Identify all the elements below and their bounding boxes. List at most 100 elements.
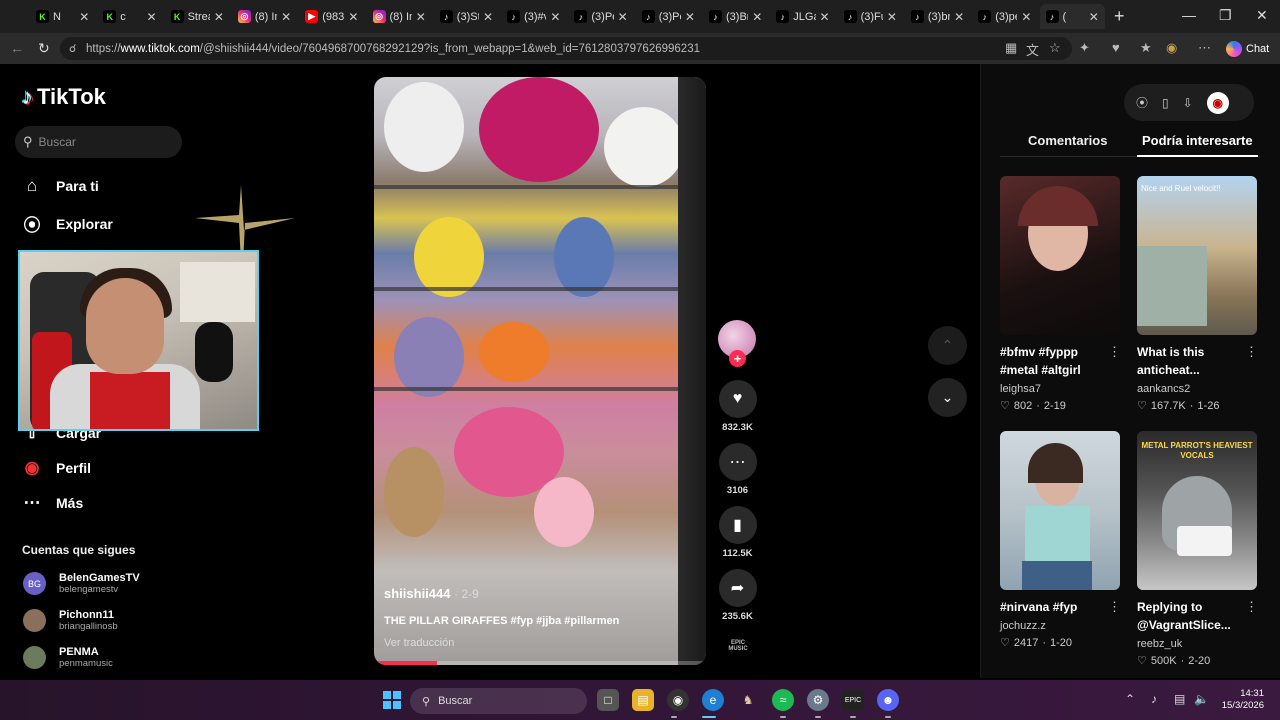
suggested-video-thumbnail[interactable]: METAL PARROT'S HEAVIEST VOCALS [1137,431,1257,590]
close-tab-icon[interactable]: ✕ [79,10,89,24]
browser-tab[interactable]: ♪ (3)br ✕ [905,4,970,29]
close-tab-icon[interactable]: ✕ [214,10,224,24]
browser-tab[interactable]: ♪(3)pe ✕ [972,4,1037,29]
nav-mas[interactable]: ⋯ Más [22,493,84,513]
compass-icon[interactable]: ⦿ [1136,94,1148,111]
suggested-video-thumbnail[interactable]: Nice and Ruel velocit!! [1137,176,1257,335]
video-author[interactable]: shiishii444 · 2-9 [384,586,479,601]
browser-tab[interactable]: ♪(3)Pe ✕ [568,4,633,29]
suggested-video-title[interactable]: What is this anticheat... [1137,343,1241,379]
nav-explorar[interactable]: ⦿ Explorar [22,211,113,236]
more-options-icon[interactable]: ⋮ [1245,599,1258,615]
close-tab-icon[interactable]: ✕ [1021,10,1031,24]
browser-tab[interactable]: ♪ (3)St ✕ [434,4,499,29]
more-options-icon[interactable]: ⋮ [1108,599,1121,615]
close-tab-icon[interactable]: ✕ [954,10,964,24]
spotify-icon[interactable]: ≈ [772,689,794,711]
suggested-video-title[interactable]: #nirvana #fyp [1000,598,1104,616]
more-options-icon[interactable]: ⋮ [1245,344,1258,360]
back-icon[interactable]: ← [10,40,24,56]
reload-icon[interactable]: ↻ [38,40,50,57]
browser-tab[interactable]: KStrea ✕ [165,4,230,29]
phone-icon[interactable]: ▯ [1162,96,1169,110]
next-video-button[interactable]: ⌄ [928,378,967,417]
like-action[interactable]: ♥ 832.3K [717,380,758,433]
browser-tab[interactable]: ♪(3)Fu ✕ [838,4,903,29]
sidebar-search-input[interactable]: ⚲ Buscar [15,126,182,158]
close-tab-icon[interactable]: ✕ [618,10,628,24]
game-app-icon[interactable]: ♞ [737,689,759,711]
suggested-video-author[interactable]: leighsa7 [1000,383,1041,395]
suggested-video-author[interactable]: aankancs2 [1137,383,1190,395]
suggested-video-title[interactable]: Replying to @VagrantSlice... [1137,598,1241,634]
suggested-video-title[interactable]: #bfmv #fyppp #metal #altgirl [1000,343,1104,379]
browser-tab[interactable]: ▶ (983 ✕ [299,4,364,29]
edge-browser-icon[interactable]: e [702,689,724,711]
previous-video-button[interactable]: ⌃ [928,326,967,365]
settings-gear-icon[interactable]: ⚙ [807,689,829,711]
close-tab-icon[interactable]: ✕ [550,10,560,24]
nav-perfil[interactable]: ◉ Perfil [22,458,91,478]
copilot-chat-button[interactable]: Chat [1226,41,1269,57]
chevron-up-icon[interactable]: ⌃ [1125,692,1135,706]
app-available-icon[interactable]: ▦ [1005,40,1017,56]
windows-start-icon[interactable] [381,689,403,711]
download-icon[interactable]: ⇩ [1183,96,1193,110]
minimize-button[interactable]: — [1182,7,1196,23]
follow-plus-button[interactable]: + [729,350,746,367]
extensions-icon[interactable]: ✦ [1079,40,1090,56]
browser-tab[interactable]: ♪(3)#v ✕ [501,4,566,29]
close-tab-icon[interactable]: ✕ [348,10,358,24]
close-tab-icon[interactable]: ✕ [887,10,897,24]
file-explorer-icon[interactable]: ▤ [632,689,654,711]
following-item[interactable]: Pichonn11 briangallinosb [23,609,118,632]
close-tab-icon[interactable]: ✕ [1089,10,1099,24]
address-bar[interactable]: ☌ https://www.tiktok.com/@shiishii444/vi… [60,37,1072,60]
suggested-video-thumbnail[interactable] [1000,176,1120,335]
site-info-icon[interactable]: ☌ [69,42,76,55]
close-tab-icon[interactable]: ✕ [147,10,157,24]
close-tab-icon[interactable]: ✕ [281,10,291,24]
tab-podria-interesarte[interactable]: Podría interesarte [1142,133,1253,148]
microphone-icon[interactable]: ♪ [1151,692,1157,706]
browser-tab[interactable]: ♪(3)Pe ✕ [636,4,701,29]
close-window-button[interactable]: ✕ [1256,7,1268,24]
user-avatar[interactable]: ◉ [1206,91,1229,114]
share-action[interactable]: ➦ 235.6K [717,569,758,622]
browser-essentials-icon[interactable]: ♥ [1112,40,1120,55]
task-view-icon[interactable]: □ [597,689,619,711]
volume-icon[interactable]: 🔈 [1194,692,1209,706]
close-tab-icon[interactable]: ✕ [416,10,426,24]
obs-icon[interactable]: ◉ [667,689,689,711]
taskbar-search[interactable]: ⚲ Buscar [410,688,587,714]
browser-tab[interactable]: K N ✕ [30,4,95,29]
close-tab-icon[interactable]: ✕ [820,10,830,24]
browser-tab[interactable]: ♪ (3)Br ✕ [703,4,768,29]
epic-games-icon[interactable]: EPIC [842,689,864,711]
profile-avatar-icon[interactable]: ◉ [1166,40,1177,56]
new-tab-button[interactable]: + [1114,6,1125,27]
video-progress-bar[interactable] [374,661,706,665]
browser-tab[interactable]: Kc ✕ [97,4,162,29]
network-icon[interactable]: ▤ [1174,692,1185,706]
browser-tab[interactable]: ◎(8) In ✕ [232,4,297,29]
music-disc[interactable]: EPIC MUSIC [725,640,751,652]
favorites-icon[interactable]: ★ [1140,40,1152,56]
favorite-star-icon[interactable]: ☆ [1049,40,1061,56]
system-clock[interactable]: 14:31 15/3/2026 [1218,688,1264,712]
following-item[interactable]: BG BelenGamesTV belengamestv [23,572,140,595]
maximize-button[interactable]: ❐ [1219,7,1232,24]
browser-tab[interactable]: ♪(✕ [1039,4,1105,29]
translate-link[interactable]: Ver traducción [384,637,454,649]
settings-more-icon[interactable]: ⋯ [1198,40,1211,56]
following-item[interactable]: PENMA penmamusic [23,646,113,669]
suggested-video-thumbnail[interactable] [1000,431,1120,590]
tab-comentarios[interactable]: Comentarios [1028,133,1107,148]
comment-action[interactable]: ⋯ 3106 [717,443,758,496]
close-tab-icon[interactable]: ✕ [685,10,695,24]
browser-tab[interactable]: ◎(8) In ✕ [367,4,432,29]
close-tab-icon[interactable]: ✕ [752,10,762,24]
discord-icon[interactable]: ☻ [877,689,899,711]
nav-para-ti[interactable]: ⌂ Para ti [22,176,99,196]
tiktok-logo[interactable]: ♪ TikTok [22,84,106,110]
